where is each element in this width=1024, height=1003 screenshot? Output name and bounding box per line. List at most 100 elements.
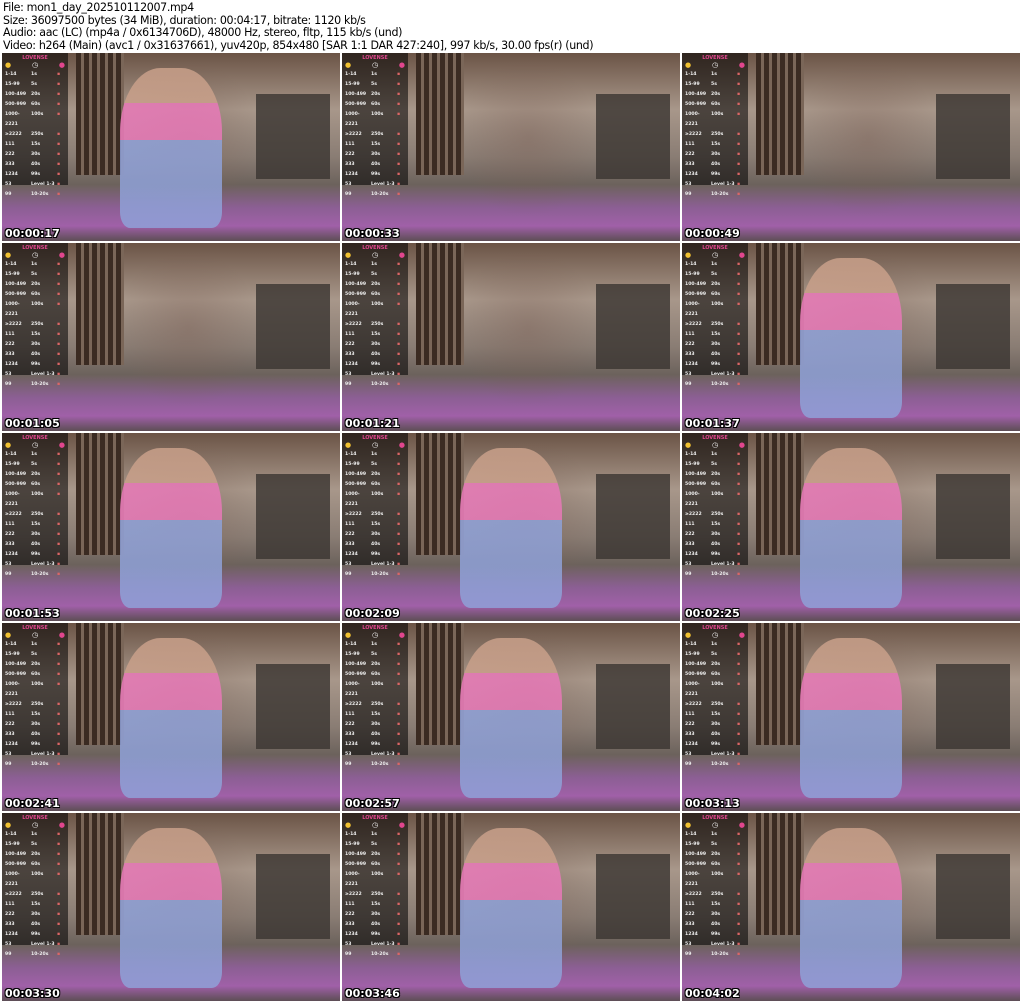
tip-duration: 40s [371, 542, 381, 547]
vibration-pattern-icon: ▪ [397, 142, 401, 147]
video-thumbnail: LOVENSE ● ◷ ● 1-14 1s ▪ 15-99 5s ▪ 100-499 20s ▪ 50… [2, 623, 340, 811]
tip-range: 222 [5, 152, 15, 157]
tip-range: 222 [345, 912, 355, 917]
tip-range: 1234 [5, 362, 18, 367]
tip-duration: 20s [371, 282, 381, 287]
tip-duration: 1s [31, 452, 37, 457]
vibration-pattern-icon: ▪ [737, 372, 741, 377]
video-thumbnail: LOVENSE ● ◷ ● 1-14 1s ▪ 15-99 5s ▪ 100-499 20s ▪ 50… [682, 243, 1020, 431]
vibration-pattern-icon: ▪ [57, 832, 61, 837]
tip-menu-row: 99 10-20s ▪ [5, 760, 65, 770]
vibration-pattern-icon: ▪ [737, 642, 741, 647]
tip-duration: 30s [31, 152, 41, 157]
tip-range: 222 [685, 532, 695, 537]
tip-range: 333 [685, 922, 695, 927]
vibration-pattern-icon: ▪ [737, 482, 741, 487]
person-figure [800, 638, 902, 798]
tip-duration: 15s [371, 712, 381, 717]
furniture [935, 284, 1010, 369]
tip-duration: 30s [371, 912, 381, 917]
tip-range: 500-999 [345, 862, 367, 867]
tip-menu-row: 111 15s ▪ [5, 520, 65, 530]
vibration-pattern-icon: ▪ [397, 382, 401, 387]
tip-menu-row: ≥2222 250s ▪ [345, 700, 405, 710]
tip-duration: 100s [711, 112, 724, 117]
timestamp: 00:03:13 [685, 797, 740, 810]
tip-menu-row: 15-99 5s ▪ [5, 460, 65, 470]
furniture [595, 474, 670, 559]
tip-range: 1000-2221 [345, 112, 360, 127]
tip-duration: 10-20s [711, 762, 729, 767]
tip-menu-row: 500-999 60s ▪ [685, 100, 745, 110]
clock-icon: ◷ [31, 251, 39, 259]
tip-duration: 30s [31, 342, 41, 347]
tip-duration: 250s [31, 132, 44, 137]
tip-menu-row: 500-999 60s ▪ [5, 100, 65, 110]
tip-menu-row: 1234 99s ▪ [685, 550, 745, 560]
vibration-pattern-icon: ▪ [397, 562, 401, 567]
tip-menu-row: 1-14 1s ▪ [5, 450, 65, 460]
tip-range: 333 [685, 352, 695, 357]
timestamp: 00:00:33 [345, 227, 400, 240]
vibration-pattern-icon: ▪ [737, 282, 741, 287]
vibration-pattern-icon: ▪ [397, 512, 401, 517]
tip-range: 500-999 [685, 672, 707, 677]
vibration-pattern-icon: ▪ [737, 752, 741, 757]
timestamp: 00:02:09 [345, 607, 400, 620]
vibration-pattern-icon: ▪ [57, 72, 61, 77]
tip-range: 15-99 [345, 842, 360, 847]
video-thumbnail: LOVENSE ● ◷ ● 1-14 1s ▪ 15-99 5s ▪ 100-499 20s ▪ 50… [2, 813, 340, 1001]
tip-range: 1000-2221 [345, 872, 360, 887]
person-figure [460, 828, 562, 988]
vibration-pattern-icon: ▪ [397, 552, 401, 557]
tip-duration: Level 1-3 [31, 942, 55, 947]
tip-range: 1234 [685, 362, 698, 367]
vibration-pattern-icon: ▪ [737, 82, 741, 87]
timestamp: 00:01:05 [5, 417, 60, 430]
tip-menu-row: 1000-2221 100s ▪ [5, 680, 65, 700]
vibration-pattern-icon: ▪ [737, 512, 741, 517]
tip-duration: 40s [371, 732, 381, 737]
tip-range: 99 [685, 762, 692, 767]
tip-range: 500-999 [5, 482, 27, 487]
tip-duration: 1s [371, 72, 377, 77]
vibe-icon: ● [398, 251, 405, 259]
vibration-pattern-icon: ▪ [737, 762, 741, 767]
vibration-pattern-icon: ▪ [737, 152, 741, 157]
vibration-pattern-icon: ▪ [57, 682, 61, 687]
tip-menu-row: 500-999 60s ▪ [685, 860, 745, 870]
tip-menu-row: 333 40s ▪ [345, 160, 405, 170]
tip-menu-row: 1-14 1s ▪ [685, 830, 745, 840]
tokens-icon: ● [685, 821, 692, 829]
tip-menu-row: 222 30s ▪ [5, 530, 65, 540]
tip-duration: 5s [31, 272, 37, 277]
vibration-pattern-icon: ▪ [57, 342, 61, 347]
vibration-pattern-icon: ▪ [397, 282, 401, 287]
vibration-pattern-icon: ▪ [397, 292, 401, 297]
tip-range: 15-99 [345, 462, 360, 467]
tip-duration: 60s [31, 102, 41, 107]
tip-menu-row: 99 10-20s ▪ [345, 380, 405, 390]
vibration-pattern-icon: ▪ [397, 112, 401, 117]
tip-range: 53 [345, 752, 352, 757]
vibration-pattern-icon: ▪ [57, 652, 61, 657]
tip-menu-row: 500-999 60s ▪ [345, 670, 405, 680]
tip-duration: Level 1-3 [711, 942, 735, 947]
tip-range: 15-99 [345, 82, 360, 87]
vibration-pattern-icon: ▪ [397, 92, 401, 97]
tip-duration: 5s [711, 82, 717, 87]
vibration-pattern-icon: ▪ [737, 712, 741, 717]
tip-menu-row: ≥2222 250s ▪ [685, 130, 745, 140]
tokens-icon: ● [685, 61, 692, 69]
tip-duration: 100s [31, 682, 44, 687]
tip-menu-row: ≥2222 250s ▪ [5, 700, 65, 710]
vibration-pattern-icon: ▪ [397, 132, 401, 137]
tip-range: 100-499 [345, 282, 367, 287]
vibration-pattern-icon: ▪ [737, 852, 741, 857]
vibration-pattern-icon: ▪ [397, 572, 401, 577]
vibration-pattern-icon: ▪ [737, 72, 741, 77]
tip-range: 1234 [5, 172, 18, 177]
vibration-pattern-icon: ▪ [57, 532, 61, 537]
tip-duration: 99s [31, 362, 41, 367]
tip-menu-row: 111 15s ▪ [5, 710, 65, 720]
